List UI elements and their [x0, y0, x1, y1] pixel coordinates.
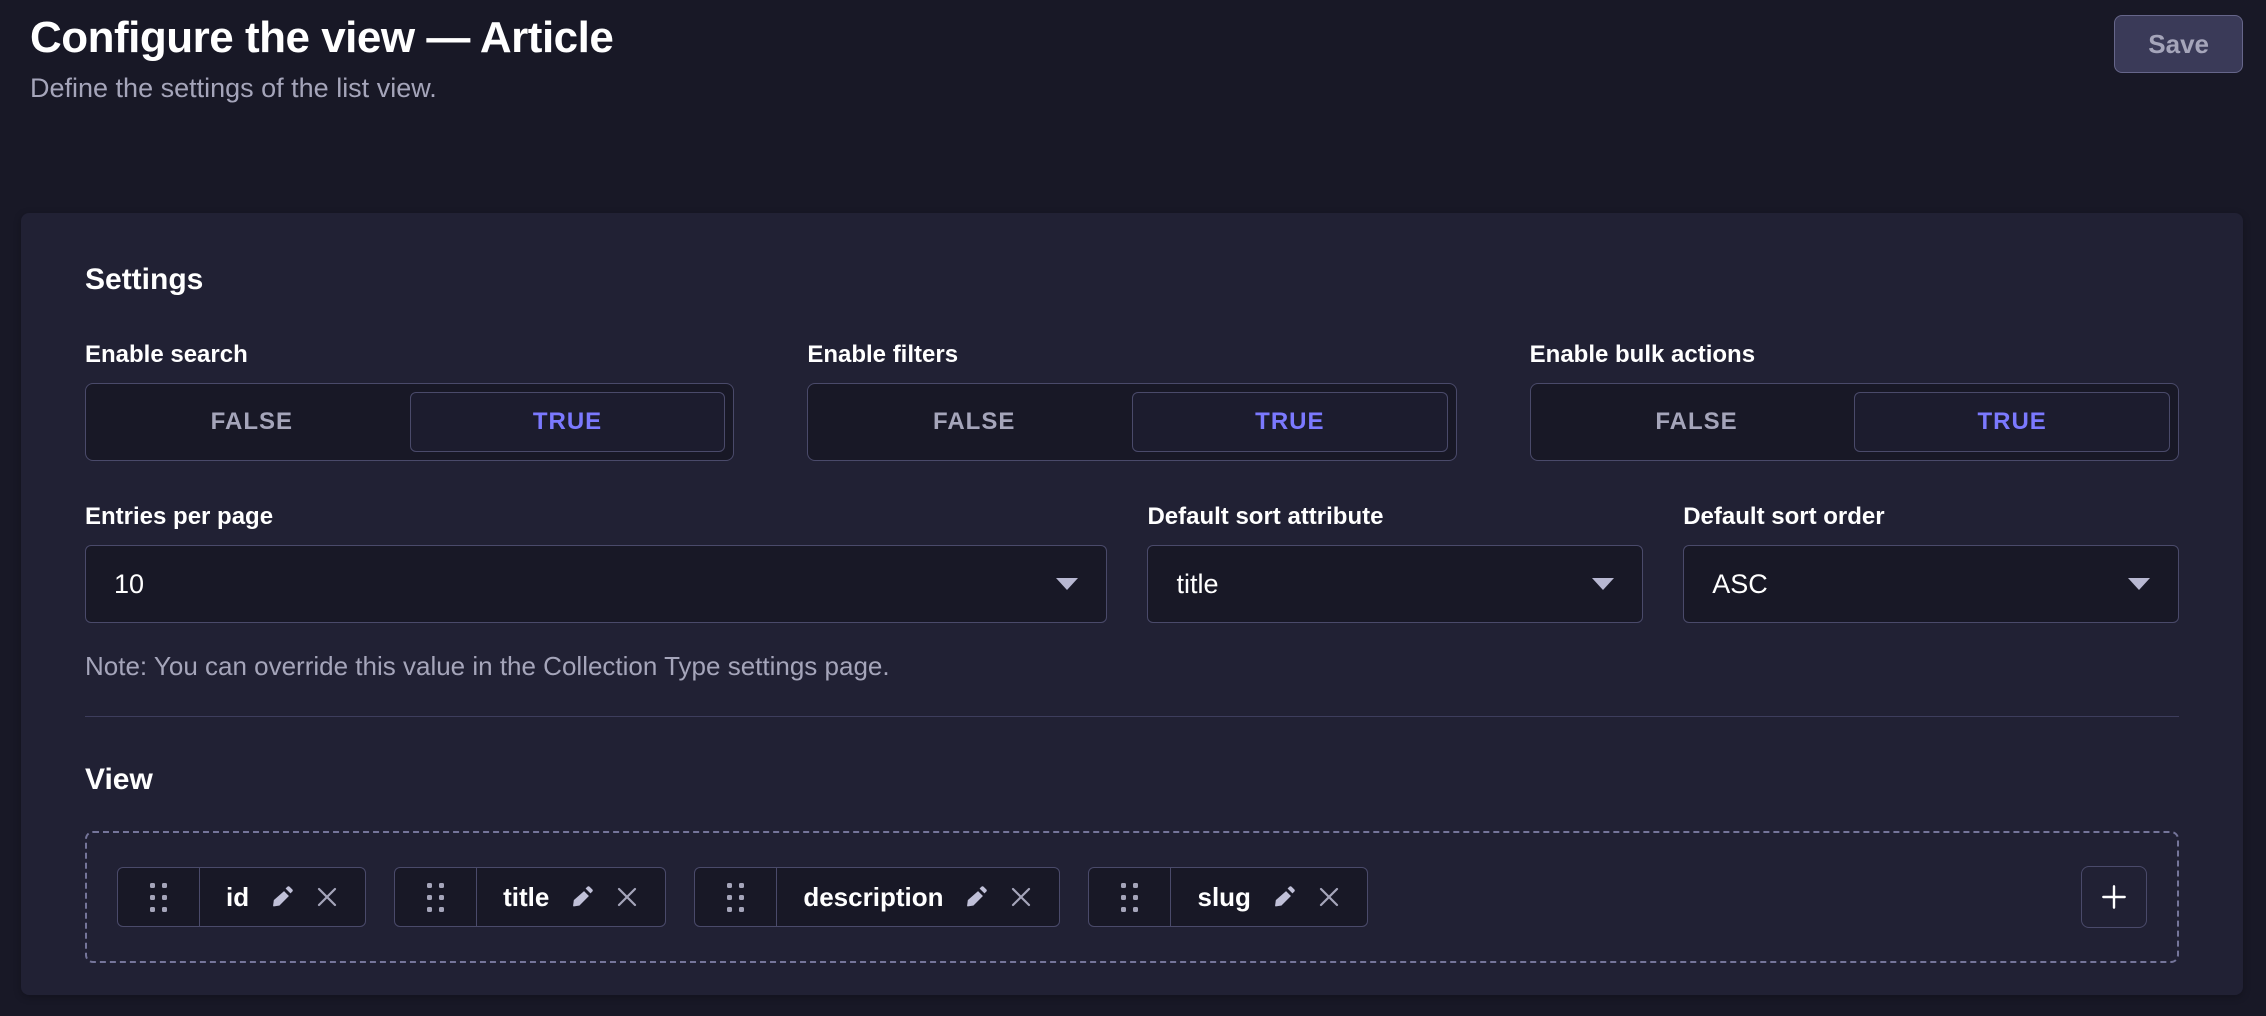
remove-field-button[interactable]	[1317, 885, 1341, 909]
chip-body: description	[777, 868, 1059, 926]
default-sort-attribute-label: Default sort attribute	[1147, 503, 1643, 531]
edit-field-button[interactable]	[1271, 884, 1297, 910]
pencil-icon	[269, 884, 295, 910]
close-icon	[1317, 885, 1341, 909]
drag-handle-icon[interactable]	[118, 868, 200, 926]
default-sort-order-value: ASC	[1712, 569, 1768, 600]
field-chips: id title	[117, 867, 1368, 927]
caret-down-icon	[1592, 578, 1614, 590]
edit-field-button[interactable]	[963, 884, 989, 910]
enable-filters-true-option[interactable]: TRUE	[1132, 392, 1448, 452]
drag-handle-icon[interactable]	[395, 868, 477, 926]
field-default-sort-order: Default sort order ASC	[1683, 503, 2179, 682]
default-sort-order-select[interactable]: ASC	[1683, 545, 2179, 623]
remove-field-button[interactable]	[315, 885, 339, 909]
header-titles: Configure the view — Article Define the …	[30, 12, 613, 104]
pencil-icon	[569, 884, 595, 910]
default-sort-attribute-value: title	[1176, 569, 1218, 600]
page-title: Configure the view — Article	[30, 12, 613, 65]
pencil-icon	[963, 884, 989, 910]
view-heading: View	[85, 763, 2179, 797]
enable-bulk-actions-toggle[interactable]: FALSE TRUE	[1530, 383, 2179, 461]
default-sort-attribute-select[interactable]: title	[1147, 545, 1643, 623]
pencil-icon	[1271, 884, 1297, 910]
page-subtitle: Define the settings of the list view.	[30, 73, 613, 104]
edit-field-button[interactable]	[269, 884, 295, 910]
toggle-fields-row: Enable search FALSE TRUE Enable filters …	[85, 341, 2179, 461]
chip-label: description	[803, 882, 943, 913]
enable-search-label: Enable search	[85, 341, 734, 369]
chip-label: id	[226, 882, 249, 913]
field-enable-bulk-actions: Enable bulk actions FALSE TRUE	[1530, 341, 2179, 461]
entries-per-page-note: Note: You can override this value in the…	[85, 651, 1107, 682]
enable-bulk-actions-false-option[interactable]: FALSE	[1539, 392, 1855, 452]
chip-body: title	[477, 868, 665, 926]
drag-dots-icon	[427, 883, 444, 912]
enable-bulk-actions-label: Enable bulk actions	[1530, 341, 2179, 369]
chip-label: title	[503, 882, 549, 913]
field-default-sort-attribute: Default sort attribute title	[1147, 503, 1643, 682]
drag-dots-icon	[150, 883, 167, 912]
close-icon	[315, 885, 339, 909]
enable-search-false-option[interactable]: FALSE	[94, 392, 410, 452]
settings-heading: Settings	[85, 263, 2179, 297]
entries-per-page-label: Entries per page	[85, 503, 1107, 531]
select-fields-row: Entries per page 10 Note: You can overri…	[85, 503, 2179, 682]
caret-down-icon	[2128, 578, 2150, 590]
drag-handle-icon[interactable]	[1089, 868, 1171, 926]
field-chip-description[interactable]: description	[694, 867, 1060, 927]
default-sort-order-label: Default sort order	[1683, 503, 2179, 531]
enable-filters-false-option[interactable]: FALSE	[816, 392, 1132, 452]
section-divider	[85, 716, 2179, 717]
drag-dots-icon	[1121, 883, 1138, 912]
entries-per-page-select[interactable]: 10	[85, 545, 1107, 623]
enable-search-toggle[interactable]: FALSE TRUE	[85, 383, 734, 461]
remove-field-button[interactable]	[1009, 885, 1033, 909]
view-fields-drop-zone: id title	[85, 831, 2179, 963]
configure-view-page: Configure the view — Article Define the …	[0, 0, 2266, 1016]
field-chip-title[interactable]: title	[394, 867, 666, 927]
caret-down-icon	[1056, 578, 1078, 590]
settings-card: Settings Enable search FALSE TRUE Enable…	[21, 213, 2243, 995]
drag-dots-icon	[727, 883, 744, 912]
drag-handle-icon[interactable]	[695, 868, 777, 926]
add-field-button[interactable]	[2081, 866, 2147, 928]
enable-filters-toggle[interactable]: FALSE TRUE	[807, 383, 1456, 461]
save-button[interactable]: Save	[2114, 15, 2243, 73]
chip-body: id	[200, 868, 365, 926]
entries-per-page-value: 10	[114, 569, 144, 600]
remove-field-button[interactable]	[615, 885, 639, 909]
field-chip-slug[interactable]: slug	[1088, 867, 1367, 927]
close-icon	[615, 885, 639, 909]
field-entries-per-page: Entries per page 10 Note: You can overri…	[85, 503, 1107, 682]
plus-icon	[2098, 881, 2130, 913]
enable-bulk-actions-true-option[interactable]: TRUE	[1854, 392, 2170, 452]
enable-search-true-option[interactable]: TRUE	[410, 392, 726, 452]
close-icon	[1009, 885, 1033, 909]
chip-body: slug	[1171, 868, 1366, 926]
enable-filters-label: Enable filters	[807, 341, 1456, 369]
page-header: Configure the view — Article Define the …	[0, 0, 2266, 104]
field-enable-filters: Enable filters FALSE TRUE	[807, 341, 1456, 461]
edit-field-button[interactable]	[569, 884, 595, 910]
field-enable-search: Enable search FALSE TRUE	[85, 341, 734, 461]
field-chip-id[interactable]: id	[117, 867, 366, 927]
chip-label: slug	[1197, 882, 1250, 913]
